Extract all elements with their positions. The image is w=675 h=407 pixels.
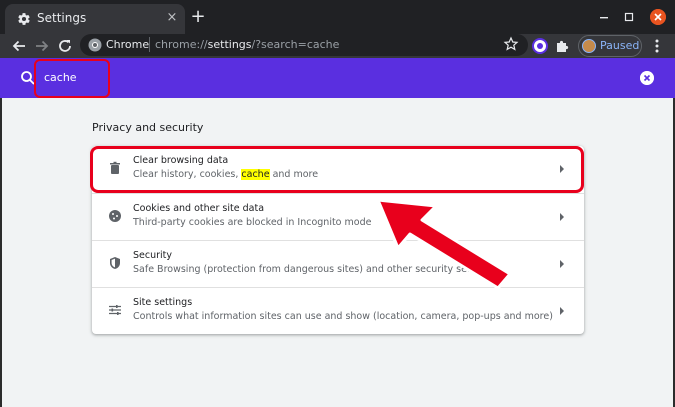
list-item-site-settings[interactable]: Site settings Controls what information …: [92, 287, 584, 334]
cookie-icon: [109, 210, 121, 222]
sliders-icon: [109, 305, 121, 315]
browser-window: Settings × + Chrome chrome://settings/?s…: [0, 0, 675, 407]
row-subtitle: Third-party cookies are blocked in Incog…: [133, 217, 372, 228]
extension-badge-icon[interactable]: [532, 38, 548, 54]
new-tab-button[interactable]: +: [190, 8, 206, 26]
row-annotation-box: [90, 146, 584, 193]
tab-close-icon[interactable]: ×: [165, 11, 179, 25]
profile-status-label: Paused: [600, 39, 640, 52]
reload-icon[interactable]: [56, 37, 74, 55]
shield-icon: [110, 257, 120, 269]
section-title: Privacy and security: [92, 121, 204, 134]
bookmark-star-icon[interactable]: [503, 36, 519, 52]
extensions-puzzle-icon[interactable]: [554, 38, 570, 54]
chevron-right-icon: [560, 213, 564, 221]
profile-button[interactable]: Paused: [578, 35, 642, 57]
chevron-right-icon: [560, 307, 564, 315]
minimize-icon[interactable]: [597, 10, 611, 24]
url-text: chrome://settings/?search=cache: [155, 38, 339, 51]
search-annotation-box: [34, 59, 110, 98]
tab-settings[interactable]: Settings ×: [5, 4, 185, 34]
tab-title: Settings: [37, 11, 87, 25]
row-title: Cookies and other site data: [133, 203, 265, 214]
row-subtitle: Controls what information sites can use …: [133, 311, 553, 322]
url-path: settings: [207, 38, 252, 51]
back-arrow-icon[interactable]: [10, 37, 28, 55]
forward-arrow-icon[interactable]: [33, 37, 51, 55]
window-close-icon[interactable]: [650, 9, 666, 25]
address-bar[interactable]: Chrome chrome://settings/?search=cache: [80, 34, 528, 56]
browser-toolbar: Chrome chrome://settings/?search=cache P…: [0, 34, 675, 58]
settings-content: Privacy and security Clear browsing data…: [2, 98, 673, 407]
more-menu-icon[interactable]: [650, 38, 664, 54]
gear-icon: [18, 13, 30, 25]
maximize-icon[interactable]: [622, 10, 636, 24]
avatar: [582, 39, 596, 53]
address-separator: [149, 37, 150, 52]
annotation-arrow-icon: [376, 198, 512, 290]
chrome-logo-icon: [88, 38, 102, 52]
url-host: chrome://: [155, 38, 208, 51]
site-label: Chrome: [106, 38, 150, 51]
row-title: Security: [133, 250, 173, 261]
chevron-right-icon: [560, 260, 564, 268]
row-title: Site settings: [133, 297, 193, 308]
tab-strip: Settings × +: [0, 0, 675, 34]
url-query: /?search=cache: [251, 38, 340, 51]
clear-search-icon[interactable]: [640, 71, 654, 85]
